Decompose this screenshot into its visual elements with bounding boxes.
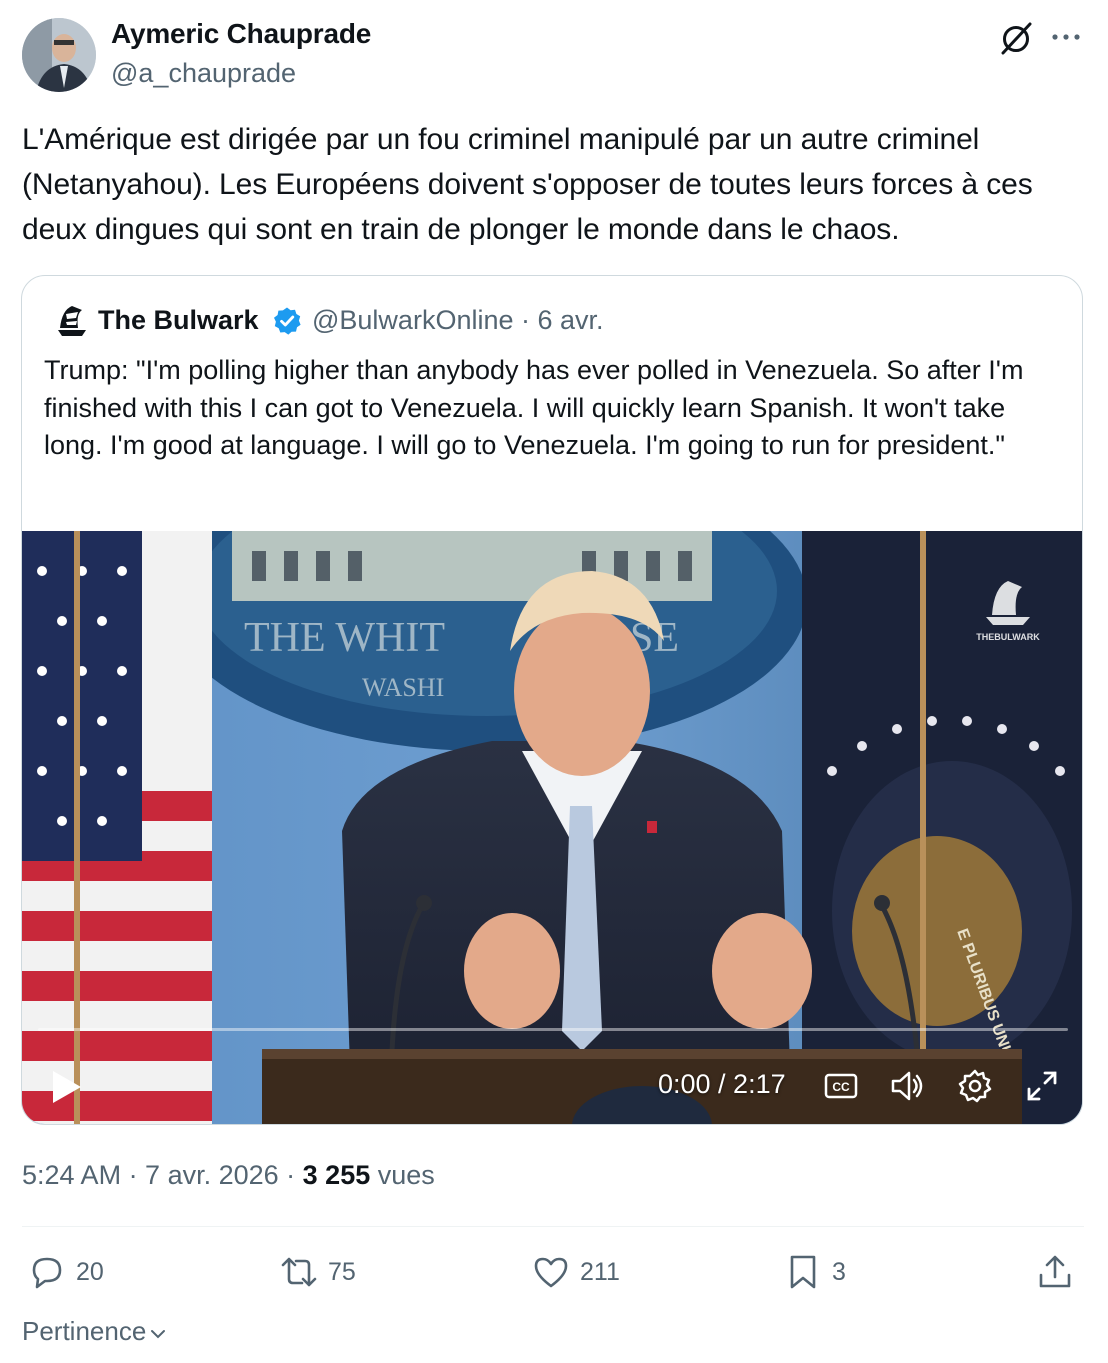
- volume-icon[interactable]: [888, 1067, 926, 1105]
- repost-count: 75: [328, 1257, 356, 1286]
- bookmark-button[interactable]: 3: [784, 1252, 846, 1292]
- quoted-handle-date[interactable]: @BulwarkOnline · 6 avr.: [312, 305, 604, 336]
- watermark-text: THEBULWARK: [976, 632, 1040, 642]
- repost-button[interactable]: 75: [280, 1252, 356, 1292]
- seal-subtext: WASHI: [362, 673, 444, 702]
- svg-text:CC: CC: [832, 1080, 850, 1094]
- like-button[interactable]: 211: [532, 1252, 620, 1292]
- quoted-text: Trump: "I'm polling higher than anybody …: [44, 355, 1024, 460]
- fullscreen-icon[interactable]: [1023, 1067, 1061, 1105]
- avatar-image: [22, 18, 96, 92]
- chevron-down-icon: [151, 1329, 166, 1338]
- video-player[interactable]: THE WHIT SE WASHI E PLURIBUS UNUM THEBUL…: [22, 531, 1082, 1124]
- captions-icon[interactable]: CC: [822, 1067, 860, 1105]
- seal-text-left: THE WHIT: [244, 615, 445, 661]
- more-options-icon[interactable]: [1048, 22, 1084, 52]
- reply-button[interactable]: 20: [28, 1252, 104, 1292]
- bulwark-logo-icon: [58, 306, 86, 336]
- video-time: 0:00 / 2:17: [658, 1069, 786, 1099]
- author-avatar[interactable]: [22, 18, 96, 92]
- repost-icon: [281, 1257, 317, 1287]
- quoted-tweet[interactable]: The Bulwark @BulwarkOnline · 6 avr. Trum…: [21, 275, 1083, 1125]
- share-icon: [1039, 1255, 1071, 1288]
- grok-icon[interactable]: [996, 18, 1036, 58]
- author-handle[interactable]: @a_chauprade: [111, 58, 296, 89]
- like-count: 211: [580, 1257, 620, 1286]
- reply-icon: [32, 1257, 62, 1289]
- divider: [22, 1226, 1084, 1227]
- heart-icon: [534, 1257, 568, 1288]
- bulwark-watermark-icon: THEBULWARK: [976, 581, 1040, 642]
- reply-count: 20: [76, 1257, 104, 1286]
- bookmark-count: 3: [832, 1257, 846, 1286]
- tweet-meta: 5:24 AM · 7 avr. 2026 · 3 255 vues: [22, 1160, 435, 1191]
- sort-label: Pertinence: [22, 1316, 147, 1346]
- verified-badge-icon: [274, 307, 301, 335]
- views-count: 3 255: [302, 1160, 371, 1190]
- author-name[interactable]: Aymeric Chauprade: [111, 18, 371, 50]
- video-progress-bar[interactable]: [38, 1028, 1068, 1031]
- sort-dropdown[interactable]: Pertinence: [22, 1316, 168, 1347]
- views-label: vues: [370, 1160, 435, 1190]
- share-button[interactable]: [1036, 1252, 1084, 1292]
- settings-gear-icon[interactable]: [956, 1067, 994, 1105]
- play-icon[interactable]: [50, 1069, 84, 1105]
- bookmark-icon: [790, 1255, 816, 1289]
- tweet-timestamp[interactable]: 5:24 AM · 7 avr. 2026 ·: [22, 1160, 303, 1190]
- quoted-author-name[interactable]: The Bulwark: [98, 305, 259, 336]
- tweet-text: L'Amérique est dirigée par un fou crimin…: [22, 123, 1033, 246]
- video-frame: THE WHIT SE WASHI E PLURIBUS UNUM: [22, 531, 1082, 1124]
